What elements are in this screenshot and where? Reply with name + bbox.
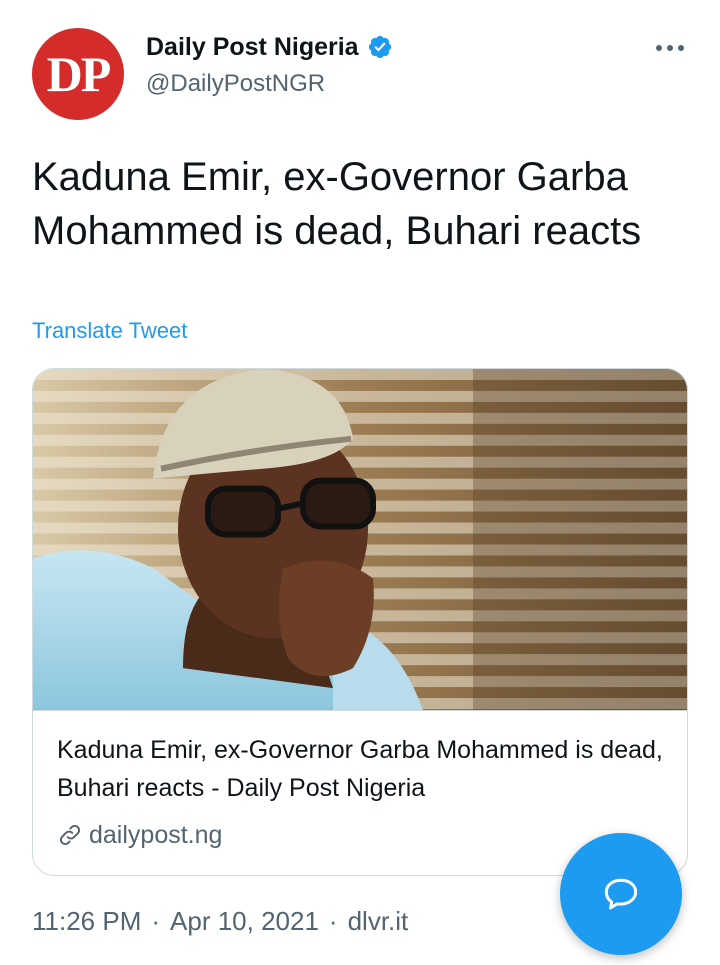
tweet-time[interactable]: 11:26 PM [32,906,141,937]
card-domain-row[interactable]: dailypost.ng [57,818,222,852]
avatar[interactable]: DP [32,28,124,120]
card-domain: dailypost.ng [89,820,223,849]
card-image [33,369,687,711]
author-name-row[interactable]: Daily Post Nigeria [146,30,393,64]
meta-separator: · [151,906,161,936]
translate-tweet-link[interactable]: Translate Tweet [32,318,187,344]
user-handle[interactable]: @DailyPostNGR [146,70,325,98]
compose-reply-button[interactable] [560,833,682,955]
tweet-meta: 11:26 PM · Apr 10, 2021 · dlvr.it [32,906,408,937]
compose-reply-icon [604,878,638,910]
more-horizontal-icon[interactable] [648,38,692,58]
meta-separator-2: · [328,906,338,936]
verified-badge-icon [368,35,391,59]
display-name[interactable]: Daily Post Nigeria [146,33,359,62]
link-preview-card[interactable]: Kaduna Emir, ex-Governor Garba Mohammed … [32,368,688,876]
tweet-header: DP Daily Post Nigeria @DailyPostNGR [0,0,720,130]
tweet-date[interactable]: Apr 10, 2021 [170,906,319,937]
avatar-text: DP [46,46,112,102]
link-icon [59,824,81,846]
card-title[interactable]: Kaduna Emir, ex-Governor Garba Mohammed … [57,731,667,807]
tweet-source[interactable]: dlvr.it [348,906,409,937]
tweet-text: Kaduna Emir, ex-Governor Garba Mohammed … [32,155,642,253]
